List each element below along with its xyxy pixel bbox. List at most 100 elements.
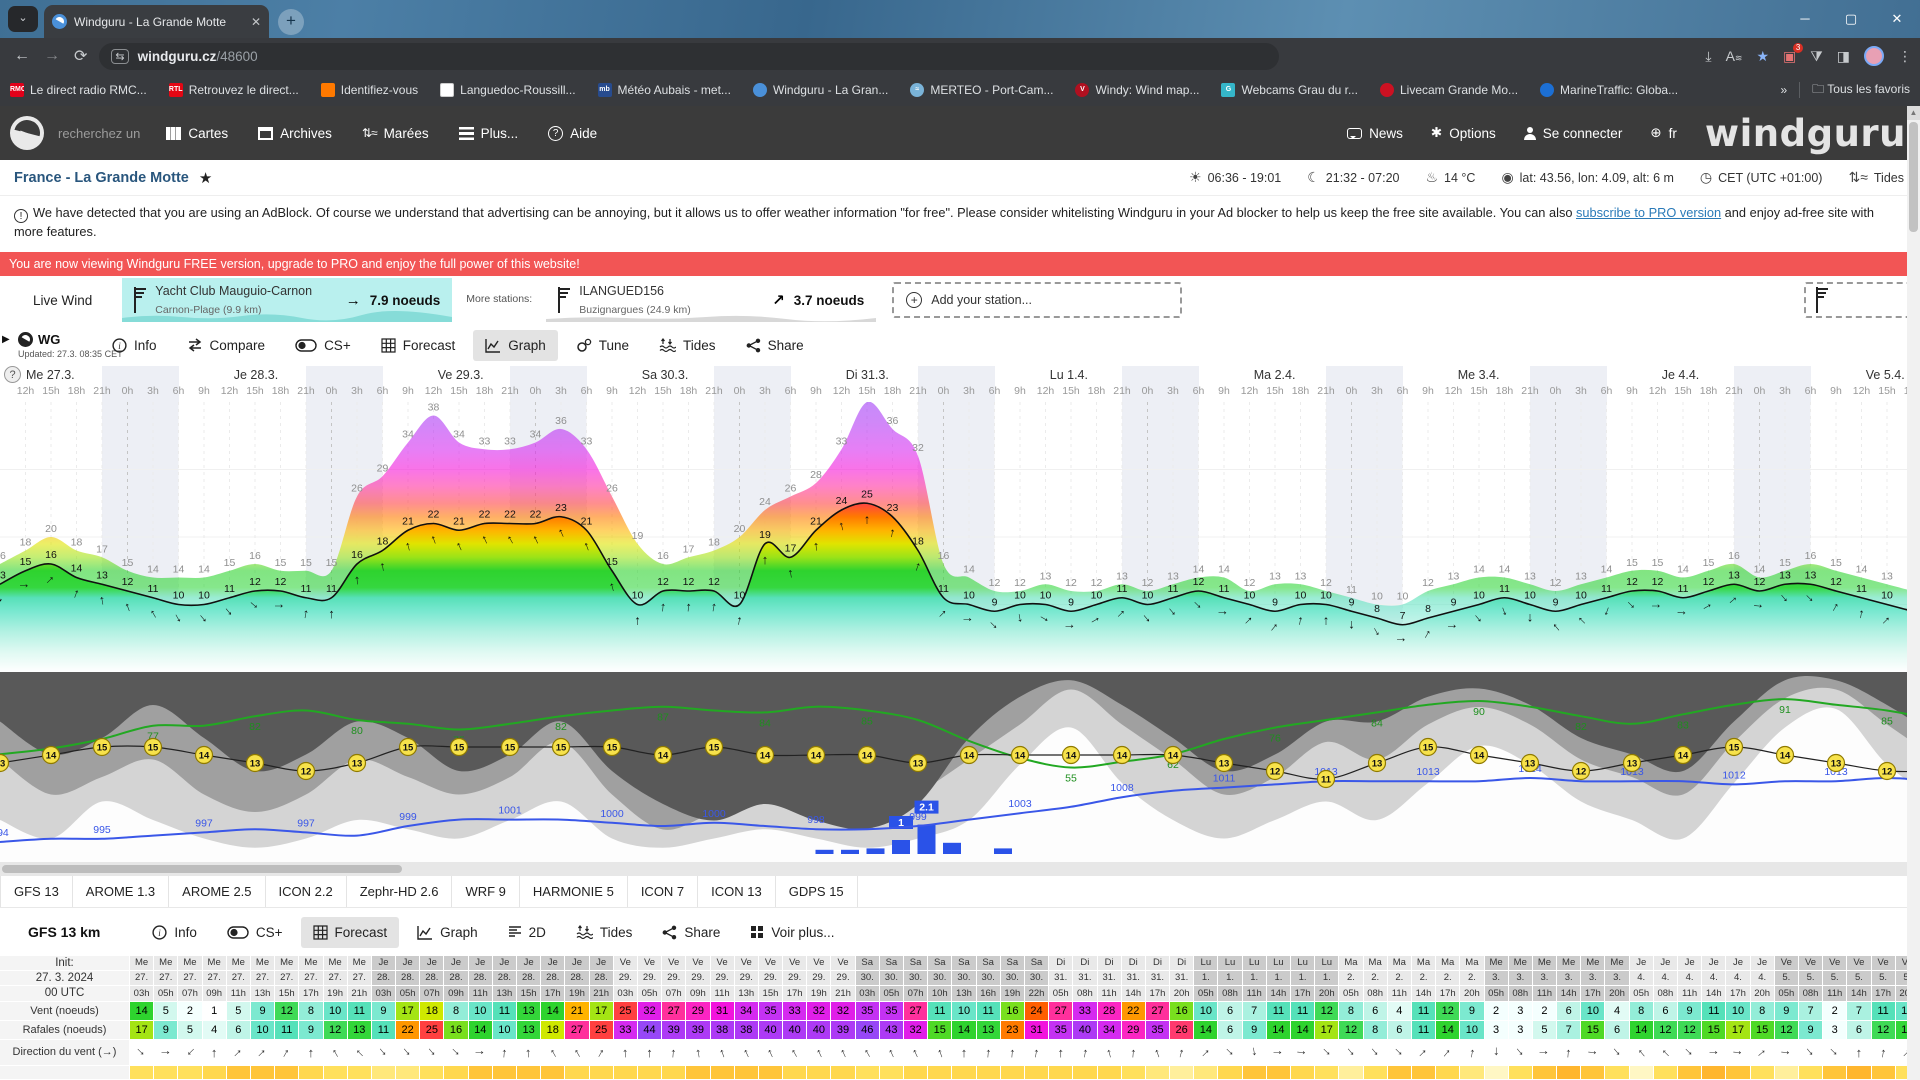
menu-news[interactable]: News (1347, 126, 1403, 141)
graph-hour-tick: 18h (472, 385, 498, 397)
bookmarks-overflow-icon[interactable]: » (1780, 83, 1787, 97)
scrollbar-thumb[interactable] (1909, 122, 1918, 232)
gfs-tab-voirplus[interactable]: Voir plus... (738, 917, 846, 948)
graph-hour-tick: 0h (1747, 385, 1773, 397)
reload-icon[interactable]: ⟳ (74, 46, 87, 66)
wg-tab-share[interactable]: Share (734, 330, 816, 361)
spot-title[interactable]: France - La Grande Motte (14, 170, 189, 186)
adblock-extension-icon[interactable]: ▣3 (1783, 48, 1796, 65)
menu-marees[interactable]: ⇅≈Marées (362, 126, 429, 141)
col-day: Sa (928, 956, 952, 971)
menu-aide[interactable]: ?Aide (548, 126, 597, 141)
wind-speed-cell: 32 (831, 1002, 855, 1021)
graph-horizontal-scrollbar[interactable] (0, 862, 1920, 876)
bookmark-item[interactable]: GWebcams Grau du r... (1221, 83, 1358, 97)
menu-archives[interactable]: Archives (258, 126, 332, 141)
col-hour: 07h (904, 986, 928, 1002)
install-icon[interactable]: ⤓ (1705, 48, 1711, 65)
address-bar[interactable]: ⇆ windguru.cz/48600 (99, 43, 1279, 70)
window-close-button[interactable]: ✕ (1874, 0, 1920, 38)
bookmark-item[interactable]: RTLRetrouvez le direct... (169, 83, 299, 97)
model-tab-icon-2-2[interactable]: ICON 2.2 (266, 876, 347, 907)
window-minimize-button[interactable]: ─ (1782, 0, 1828, 38)
bookmark-item[interactable]: MarineTraffic: Globa... (1540, 83, 1678, 97)
subscribe-pro-link[interactable]: subscribe to PRO version (1576, 205, 1721, 220)
side-panel-icon[interactable]: ◨ (1837, 48, 1850, 65)
scroll-up-arrow[interactable]: ▲ (1907, 106, 1920, 120)
bookmark-item[interactable]: Languedoc-Roussill... (440, 83, 575, 97)
wg-tab-compare[interactable]: Compare (175, 330, 278, 361)
tides-link[interactable]: ⇅≈Tides (1848, 169, 1904, 186)
live-station-card[interactable]: ILANGUED156Buzignargues (24.9 km) ↗ 3.7 … (546, 278, 876, 322)
menu-plus[interactable]: Plus... (459, 126, 519, 141)
graph-hour-tick: 18h (880, 385, 906, 397)
gfs-tab-share[interactable]: Share (650, 917, 732, 948)
gfs-tab-graph[interactable]: Graph (405, 917, 490, 948)
wind-direction-arrow: → (346, 292, 361, 309)
model-tab-arome-2-5[interactable]: AROME 2.5 (169, 876, 265, 907)
back-icon[interactable]: ← (14, 47, 30, 65)
svg-text:11: 11 (1219, 583, 1230, 595)
site-info-icon[interactable]: ⇆ (111, 49, 128, 64)
wg-tab-graph[interactable]: Graph (473, 330, 558, 361)
model-tab-wrf-9[interactable]: WRF 9 (452, 876, 519, 907)
bookmark-item[interactable]: mbMétéo Aubais - met... (598, 83, 731, 97)
menu-cartes[interactable]: Cartes (166, 126, 228, 141)
window-maximize-button[interactable]: ▢ (1828, 0, 1874, 38)
all-bookmarks-folder[interactable]: 🗀 Tous les favoris (1812, 80, 1910, 101)
wg-tab-info[interactable]: iInfo (100, 330, 169, 361)
wg-tab-tune[interactable]: Tune (564, 330, 641, 361)
bookmark-item[interactable]: Livecam Grande Mo... (1380, 83, 1518, 97)
bookmark-item[interactable]: Identifiez-vous (321, 83, 418, 97)
bookmark-star-icon[interactable]: ★ (1756, 48, 1769, 65)
windguru-logo-icon[interactable] (10, 116, 44, 150)
scrollbar-thumb[interactable] (2, 865, 402, 873)
tab-search-button[interactable]: ⌄ (8, 6, 38, 32)
model-tab-zephr-hd-2-6[interactable]: Zephr-HD 2.6 (347, 876, 453, 907)
cloud-pressure-graph[interactable]: 12.1994995997997999100110001000998999100… (0, 672, 1920, 862)
translate-icon[interactable]: A≋ (1726, 48, 1743, 64)
tab-close-icon[interactable]: ✕ (251, 15, 261, 29)
forward-icon[interactable]: → (44, 47, 60, 65)
bookmark-item[interactable]: RMCLe direct radio RMC... (10, 83, 147, 97)
gfs-tab-forecast[interactable]: Forecast (301, 917, 400, 948)
live-station-card[interactable]: Yacht Club Mauguio-CarnonCarnon-Plage (9… (122, 278, 452, 322)
model-tab-harmonie-5[interactable]: HARMONIE 5 (520, 876, 628, 907)
add-station-button[interactable]: + Add your station... (892, 282, 1182, 318)
menu-kebab-icon[interactable]: ⋮ (1898, 48, 1912, 65)
menu-login[interactable]: Se connecter (1524, 126, 1623, 141)
bookmark-item[interactable]: VWindy: Wind map... (1075, 83, 1199, 97)
col-day: Sa (904, 956, 928, 971)
search-input[interactable]: recherchez un (58, 126, 140, 141)
wg-tab-forecast[interactable]: Forecast (369, 330, 468, 361)
model-tab-arome-1-3[interactable]: AROME 1.3 (73, 876, 169, 907)
col-day: Sa (977, 956, 1001, 971)
row-label: Init: (0, 956, 130, 971)
new-tab-button[interactable]: + (278, 9, 304, 35)
gfs-tab-tides[interactable]: Tides (564, 917, 645, 948)
gfs-tab-info[interactable]: iInfo (140, 917, 209, 948)
gfs-tab-2d[interactable]: 2D (496, 917, 558, 948)
menu-language[interactable]: ⊕fr (1650, 125, 1677, 141)
page-vertical-scrollbar[interactable]: ▲ (1907, 106, 1920, 1080)
browser-tab[interactable]: Windguru - La Grande Motte ✕ (44, 5, 269, 38)
timezone: ◷CET (UTC +01:00) (1700, 169, 1823, 186)
model-tab-gdps-15[interactable]: GDPS 15 (776, 876, 858, 907)
model-tab-gfs-13[interactable]: GFS 13 (0, 876, 73, 907)
wg-tab-tides[interactable]: Tides (647, 330, 728, 361)
gfs-tab-cs[interactable]: CS+ (215, 917, 295, 948)
col-hour: 17h (299, 986, 323, 1002)
menu-options[interactable]: ✱Options (1431, 125, 1496, 141)
col-day: Me (130, 956, 154, 971)
model-tab-icon-7[interactable]: ICON 7 (628, 876, 698, 907)
bookmark-item[interactable]: Windguru - La Gran... (753, 83, 888, 97)
favorite-star-icon[interactable]: ★ (199, 169, 212, 187)
col-date: 31. (1073, 971, 1097, 986)
extensions-puzzle-icon[interactable]: ⧩ (1810, 48, 1823, 65)
wind-forecast-graph[interactable]: 1613↑1815↑2016↑1814↑1713↑1512↑1411↑1410↑… (0, 402, 1920, 672)
profile-avatar[interactable] (1864, 46, 1884, 66)
model-tab-icon-13[interactable]: ICON 13 (698, 876, 776, 907)
wg-tab-cs[interactable]: CS+ (283, 330, 363, 361)
temperature-strip-cell (711, 1066, 735, 1080)
bookmark-item[interactable]: ≈MERTEO - Port-Cam... (910, 83, 1053, 97)
